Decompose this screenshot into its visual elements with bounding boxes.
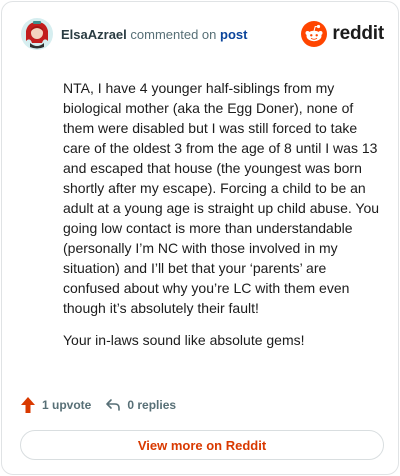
user-avatar[interactable] (20, 17, 54, 51)
reddit-comment-embed-card: ElsaAzrael commented on post reddit NTA,… (1, 1, 399, 475)
reddit-wordmark: reddit (332, 23, 384, 44)
replies-button[interactable]: 0 replies (105, 398, 176, 412)
reddit-logo[interactable]: reddit (301, 20, 384, 48)
reply-count: 0 replies (127, 398, 177, 412)
upvote-count: 1 upvote (42, 398, 92, 412)
comment-paragraph: NTA, I have 4 younger half-siblings from… (63, 80, 380, 316)
reddit-snoo-icon (301, 21, 328, 47)
upvote-arrow-icon (21, 397, 35, 413)
comment-body: NTA, I have 4 younger half-siblings from… (63, 78, 383, 362)
post-link[interactable]: post (220, 27, 247, 42)
comment-byline: ElsaAzrael commented on post (61, 27, 247, 43)
reply-icon (106, 399, 121, 411)
comment-header: ElsaAzrael commented on post reddit (20, 16, 384, 52)
author-name[interactable]: ElsaAzrael (61, 27, 127, 42)
byline-verb: commented on (130, 27, 217, 42)
comment-actions: 1 upvote 0 replies (20, 393, 190, 417)
view-more-on-reddit-button[interactable]: View more on Reddit (20, 430, 384, 460)
comment-paragraph: Your in-laws sound like absolute gems! (63, 332, 305, 348)
upvote-button[interactable]: 1 upvote (20, 396, 91, 414)
